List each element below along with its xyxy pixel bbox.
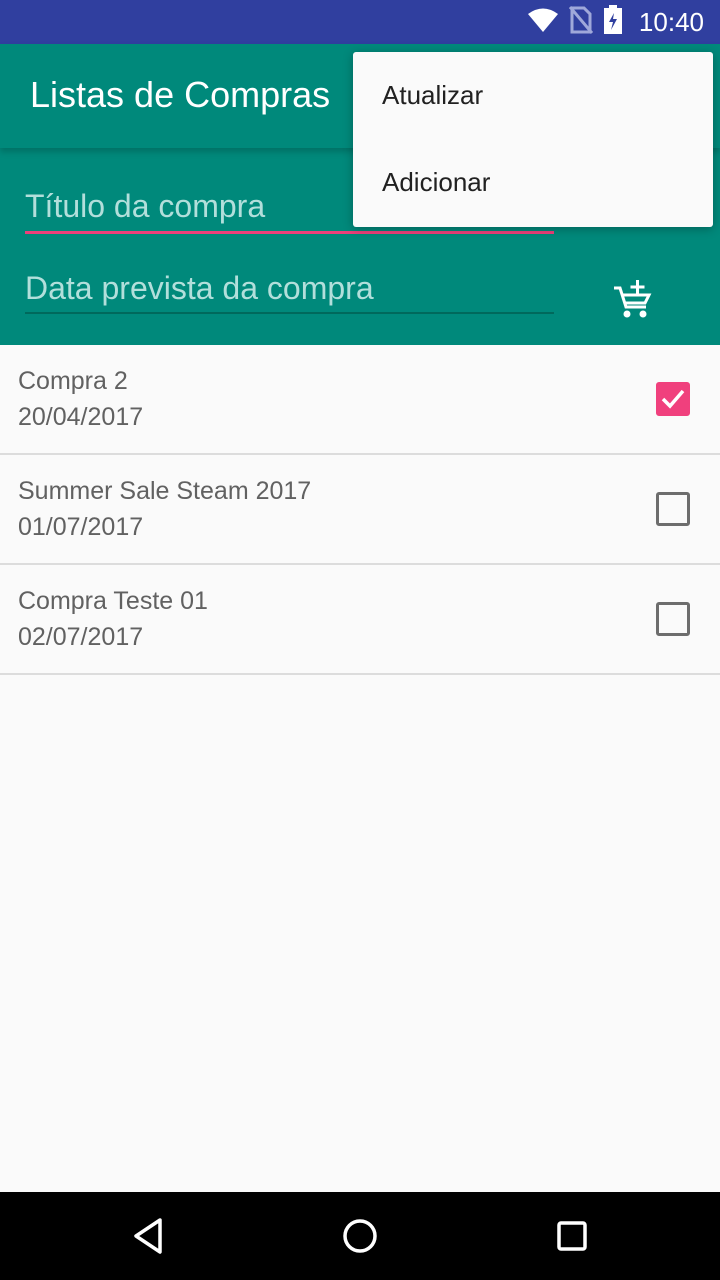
- home-icon: [343, 1219, 377, 1253]
- back-button[interactable]: [124, 1212, 172, 1260]
- add-to-cart-button[interactable]: [604, 272, 660, 328]
- recents-icon: [557, 1221, 587, 1251]
- status-bar: 10:40: [0, 0, 720, 44]
- list-item-title: Summer Sale Steam 2017: [18, 477, 312, 505]
- navigation-bar: [0, 1192, 720, 1280]
- list-item-checkbox[interactable]: [656, 602, 690, 636]
- overflow-menu: Atualizar Adicionar: [353, 52, 713, 227]
- add-shopping-cart-icon: [614, 280, 652, 318]
- status-icons: 10:40: [527, 0, 704, 44]
- list-item-checkbox[interactable]: [656, 382, 690, 416]
- screen: 10:40 Listas de Compras Compra 2 20/04: [0, 0, 720, 1280]
- wifi-icon: [527, 7, 559, 38]
- date-input[interactable]: [25, 268, 554, 314]
- recents-button[interactable]: [548, 1212, 596, 1260]
- status-time: 10:40: [638, 6, 704, 37]
- list-item[interactable]: Summer Sale Steam 2017 01/07/2017: [0, 455, 720, 565]
- list-item-title: Compra 2: [18, 367, 128, 395]
- list-item[interactable]: Compra Teste 01 02/07/2017: [0, 565, 720, 675]
- home-button[interactable]: [336, 1212, 384, 1260]
- battery-icon: [603, 4, 623, 40]
- list-item-date: 20/04/2017: [18, 403, 144, 431]
- no-sim-icon: [568, 5, 594, 39]
- check-icon: [661, 389, 685, 409]
- list-item-checkbox[interactable]: [656, 492, 690, 526]
- page-title: Listas de Compras: [30, 74, 331, 115]
- list-item-date: 02/07/2017: [18, 623, 144, 651]
- back-icon: [134, 1218, 162, 1254]
- menu-item-atualizar[interactable]: Atualizar: [353, 52, 713, 139]
- list-item-title: Compra Teste 01: [18, 587, 208, 615]
- list-item-date: 01/07/2017: [18, 513, 144, 541]
- shopping-lists: Compra 2 20/04/2017 Summer Sale Steam 20…: [0, 345, 720, 675]
- list-item[interactable]: Compra 2 20/04/2017: [0, 345, 720, 455]
- menu-item-adicionar[interactable]: Adicionar: [353, 139, 713, 226]
